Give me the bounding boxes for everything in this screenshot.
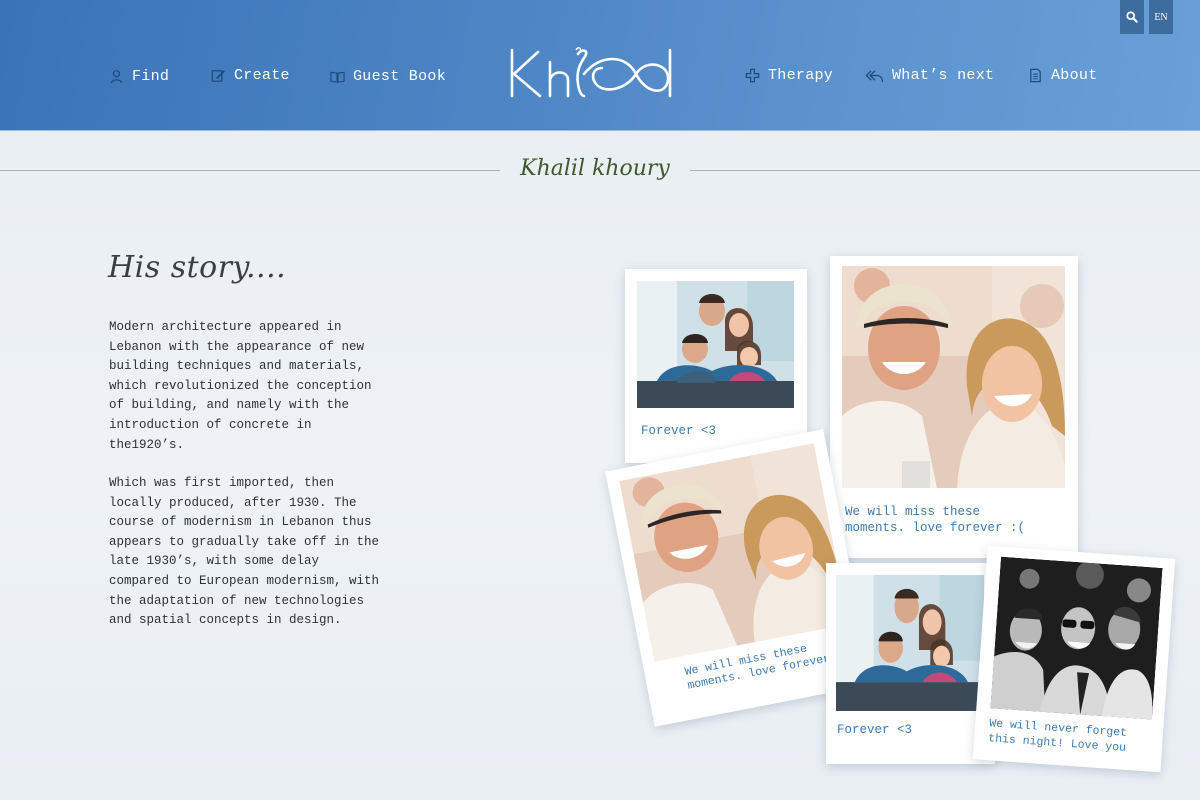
polaroid-caption: We will miss these moments. love forever… <box>845 505 1026 535</box>
edit-icon <box>211 69 225 82</box>
story-paragraph-1: Modern architecture appeared in Lebanon … <box>109 320 372 452</box>
plus-icon <box>745 68 760 82</box>
language-button[interactable]: EN <box>1149 0 1173 34</box>
search-button[interactable] <box>1120 0 1144 34</box>
polaroid-party[interactable]: We will never forget this night! Love yo… <box>972 545 1176 773</box>
nav-whats-next[interactable]: What’s next <box>864 65 994 85</box>
nav-therapy-label: Therapy <box>768 66 834 84</box>
search-icon <box>1126 11 1138 23</box>
divider-right <box>690 170 1200 171</box>
nav-about-label: About <box>1051 66 1098 84</box>
khlood-logo[interactable] <box>506 44 678 102</box>
language-label: EN <box>1154 11 1168 23</box>
family-photo <box>836 575 984 711</box>
nav-find-label: Find <box>132 67 170 85</box>
story-heading: His story.... <box>108 250 287 285</box>
polaroid-family-1[interactable]: Forever <3 <box>625 269 807 463</box>
document-icon <box>1030 68 1041 82</box>
nav-about[interactable]: About <box>1028 65 1098 85</box>
nav-create-label: Create <box>234 66 290 84</box>
polaroid-caption: Forever <3 <box>837 723 913 737</box>
divider-left <box>0 170 500 171</box>
polaroid-family-2[interactable]: Forever <3 <box>826 563 995 764</box>
reply-all-icon <box>865 69 884 82</box>
party-photo <box>990 556 1163 720</box>
story-paragraph-2: Which was first imported, then locally p… <box>109 476 380 628</box>
person-icon <box>110 69 123 83</box>
family-photo <box>637 281 794 408</box>
couple-photo <box>619 443 849 662</box>
polaroid-caption: We will never forget this night! Love yo… <box>987 717 1128 755</box>
nav-find[interactable]: Find <box>109 66 169 86</box>
person-name: Khalil khoury <box>520 156 670 181</box>
polaroid-couple-1[interactable]: We will miss these moments. love forever… <box>830 256 1078 558</box>
book-icon <box>330 71 345 83</box>
nav-guest-book-label: Guest Book <box>353 67 447 85</box>
site-header: Find Create Guest Book Therapy What’s ne… <box>0 0 1200 131</box>
nav-create[interactable]: Create <box>211 65 290 85</box>
nav-therapy[interactable]: Therapy <box>745 65 833 85</box>
couple-photo <box>842 266 1065 488</box>
nav-guest-book[interactable]: Guest Book <box>330 66 446 86</box>
polaroid-caption: Forever <3 <box>641 424 717 438</box>
nav-whats-next-label: What’s next <box>892 66 995 84</box>
